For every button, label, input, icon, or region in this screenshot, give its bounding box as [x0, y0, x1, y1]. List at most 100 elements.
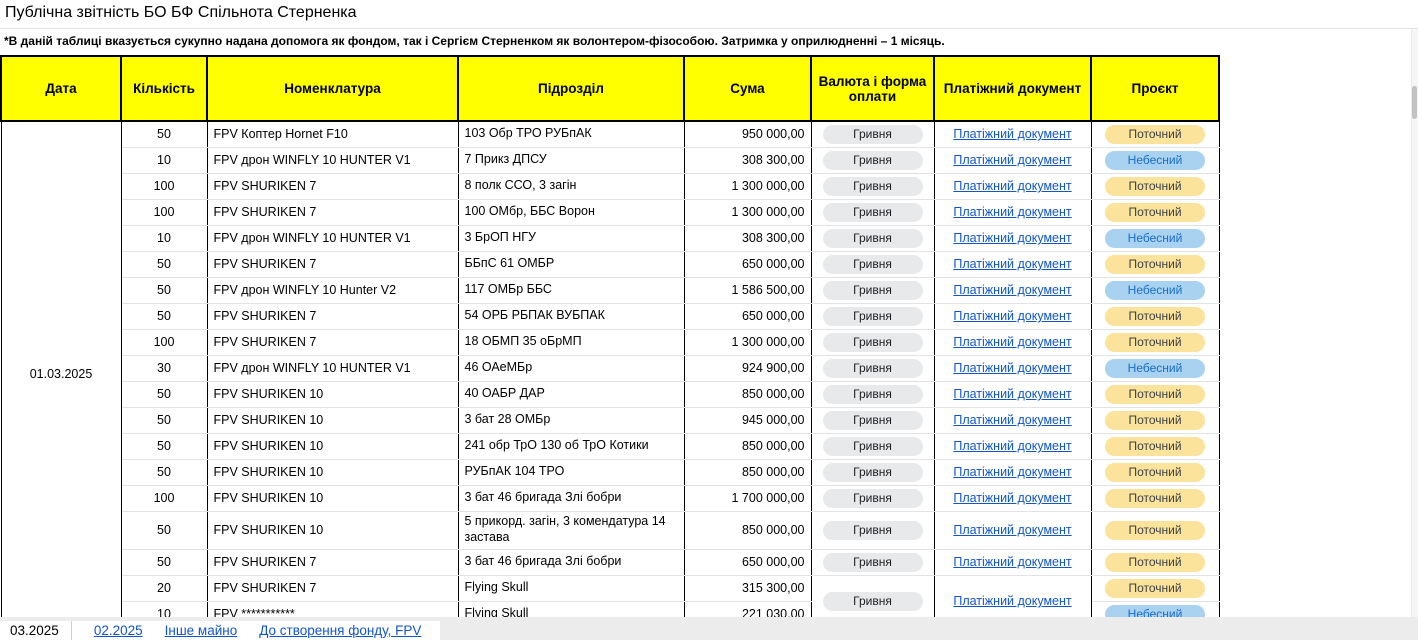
unit-cell: 3 бат 46 бригада Злі бобри — [458, 549, 684, 575]
sheet-tab-before-fund-fpv[interactable]: До створення фонду, FPV — [259, 623, 421, 638]
currency-chip: Гривня — [823, 411, 923, 430]
project-badge: Поточний — [1105, 411, 1205, 430]
project-cell: Небесний — [1091, 225, 1219, 251]
header-currency: Валюта і форма оплати — [811, 56, 934, 121]
currency-chip: Гривня — [823, 359, 923, 378]
quantity-cell: 50 — [121, 407, 207, 433]
payment-document-cell: Платіжний документ — [934, 251, 1091, 277]
payment-document-link[interactable]: Платіжний документ — [953, 179, 1071, 193]
header-sum: Сума — [684, 56, 811, 121]
quantity-cell: 100 — [121, 173, 207, 199]
currency-cell: Гривня — [811, 251, 934, 277]
table-row: 50FPV SHURIKEN 73 бат 46 бригада Злі боб… — [1, 549, 1219, 575]
currency-cell: Гривня — [811, 303, 934, 329]
project-cell: Поточний — [1091, 381, 1219, 407]
currency-chip: Гривня — [823, 521, 923, 540]
quantity-cell: 50 — [121, 303, 207, 329]
unit-cell: 8 полк ССО, 3 загін — [458, 173, 684, 199]
table-row: 100FPV SHURIKEN 7100 ОМбр, ББС Ворон1 30… — [1, 199, 1219, 225]
payment-document-cell: Платіжний документ — [934, 277, 1091, 303]
payment-document-cell: Платіжний документ — [934, 407, 1091, 433]
payment-document-link[interactable]: Платіжний документ — [953, 283, 1071, 297]
payment-document-cell: Платіжний документ — [934, 511, 1091, 549]
unit-cell: 7 Прикз ДПСУ — [458, 147, 684, 173]
vertical-scrollbar-thumb[interactable] — [1412, 86, 1417, 119]
nomenclature-cell: FPV SHURIKEN 10 — [207, 459, 458, 485]
payment-document-link[interactable]: Платіжний документ — [953, 153, 1071, 167]
project-badge: Небесний — [1105, 229, 1205, 248]
payment-document-link[interactable]: Платіжний документ — [953, 361, 1071, 375]
payment-document-link[interactable]: Платіжний документ — [953, 523, 1071, 537]
project-cell: Поточний — [1091, 329, 1219, 355]
currency-cell: Гривня — [811, 485, 934, 511]
currency-chip: Гривня — [823, 125, 923, 144]
payment-document-link[interactable]: Платіжний документ — [953, 127, 1071, 141]
nomenclature-cell: FPV SHURIKEN 7 — [207, 173, 458, 199]
payment-document-link[interactable]: Платіжний документ — [953, 439, 1071, 453]
currency-chip: Гривня — [823, 281, 923, 300]
header-row: Дата Кількість Номенклатура Підрозділ Су… — [1, 56, 1219, 121]
tab-separator — [71, 621, 72, 640]
payment-document-link[interactable]: Платіжний документ — [953, 231, 1071, 245]
payment-document-link[interactable]: Платіжний документ — [953, 309, 1071, 323]
project-badge: Поточний — [1105, 177, 1205, 196]
payment-document-link[interactable]: Платіжний документ — [953, 257, 1071, 271]
payment-document-link[interactable]: Платіжний документ — [953, 205, 1071, 219]
nomenclature-cell: FPV SHURIKEN 7 — [207, 549, 458, 575]
table-note: *В даній таблиці вказується сукупно нада… — [4, 34, 945, 48]
project-cell: Небесний — [1091, 147, 1219, 173]
table-row: 100FPV SHURIKEN 718 ОБМП 35 оБрМП1 300 0… — [1, 329, 1219, 355]
table-row: 100FPV SHURIKEN 103 бат 46 бригада Злі б… — [1, 485, 1219, 511]
unit-cell: 5 прикорд. загін, 3 комендатура 14 заста… — [458, 511, 684, 549]
payment-document-link[interactable]: Платіжний документ — [953, 335, 1071, 349]
currency-cell: Гривня — [811, 329, 934, 355]
currency-chip: Гривня — [823, 385, 923, 404]
currency-cell: Гривня — [811, 549, 934, 575]
table-row: 50FPV SHURIKEN 10241 обр ТрО 130 об ТрО … — [1, 433, 1219, 459]
project-badge: Поточний — [1105, 333, 1205, 352]
payment-document-link[interactable]: Платіжний документ — [953, 413, 1071, 427]
unit-cell: 241 обр ТрО 130 об ТрО Котики — [458, 433, 684, 459]
quantity-cell: 50 — [121, 459, 207, 485]
table-row: 50FPV SHURIKEN 1040 ОАБР ДАР850 000,00Гр… — [1, 381, 1219, 407]
project-badge: Небесний — [1105, 281, 1205, 300]
quantity-cell: 50 — [121, 121, 207, 147]
currency-cell: Гривня — [811, 355, 934, 381]
payment-document-cell: Платіжний документ — [934, 225, 1091, 251]
table-row: 100FPV SHURIKEN 78 полк ССО, 3 загін1 30… — [1, 173, 1219, 199]
payment-document-link[interactable]: Платіжний документ — [953, 594, 1071, 608]
project-cell: Поточний — [1091, 459, 1219, 485]
payment-document-link[interactable]: Платіжний документ — [953, 465, 1071, 479]
currency-chip: Гривня — [823, 553, 923, 572]
currency-cell: Гривня — [811, 121, 934, 147]
vertical-scrollbar-track[interactable] — [1411, 29, 1418, 618]
unit-cell: 46 ОАеМБр — [458, 355, 684, 381]
project-badge: Поточний — [1105, 553, 1205, 572]
currency-chip: Гривня — [823, 203, 923, 222]
sheet-tab-other-property[interactable]: Інше майно — [165, 623, 238, 638]
payment-document-link[interactable]: Платіжний документ — [953, 387, 1071, 401]
payment-document-cell: Платіжний документ — [934, 433, 1091, 459]
sheet-tab-02-2025[interactable]: 02.2025 — [94, 623, 143, 638]
nomenclature-cell: FPV SHURIKEN 10 — [207, 485, 458, 511]
payment-document-link[interactable]: Платіжний документ — [953, 555, 1071, 569]
project-cell: Небесний — [1091, 355, 1219, 381]
quantity-cell: 50 — [121, 549, 207, 575]
unit-cell: РУБпАК 104 ТРО — [458, 459, 684, 485]
project-cell: Поточний — [1091, 121, 1219, 147]
sheet-tabs-bar: 03.2025 02.2025 Інше майно До створення … — [0, 617, 1418, 640]
payment-document-link[interactable]: Платіжний документ — [953, 491, 1071, 505]
sum-cell: 850 000,00 — [684, 511, 811, 549]
sheet-tab-active[interactable]: 03.2025 — [0, 623, 71, 638]
project-badge: Поточний — [1105, 385, 1205, 404]
project-badge: Поточний — [1105, 463, 1205, 482]
nomenclature-cell: FPV SHURIKEN 10 — [207, 381, 458, 407]
sum-cell: 308 300,00 — [684, 147, 811, 173]
sum-cell: 924 900,00 — [684, 355, 811, 381]
nomenclature-cell: FPV SHURIKEN 10 — [207, 407, 458, 433]
sum-cell: 650 000,00 — [684, 251, 811, 277]
currency-cell: Гривня — [811, 147, 934, 173]
sum-cell: 650 000,00 — [684, 303, 811, 329]
unit-cell: 100 ОМбр, ББС Ворон — [458, 199, 684, 225]
currency-cell: Гривня — [811, 277, 934, 303]
